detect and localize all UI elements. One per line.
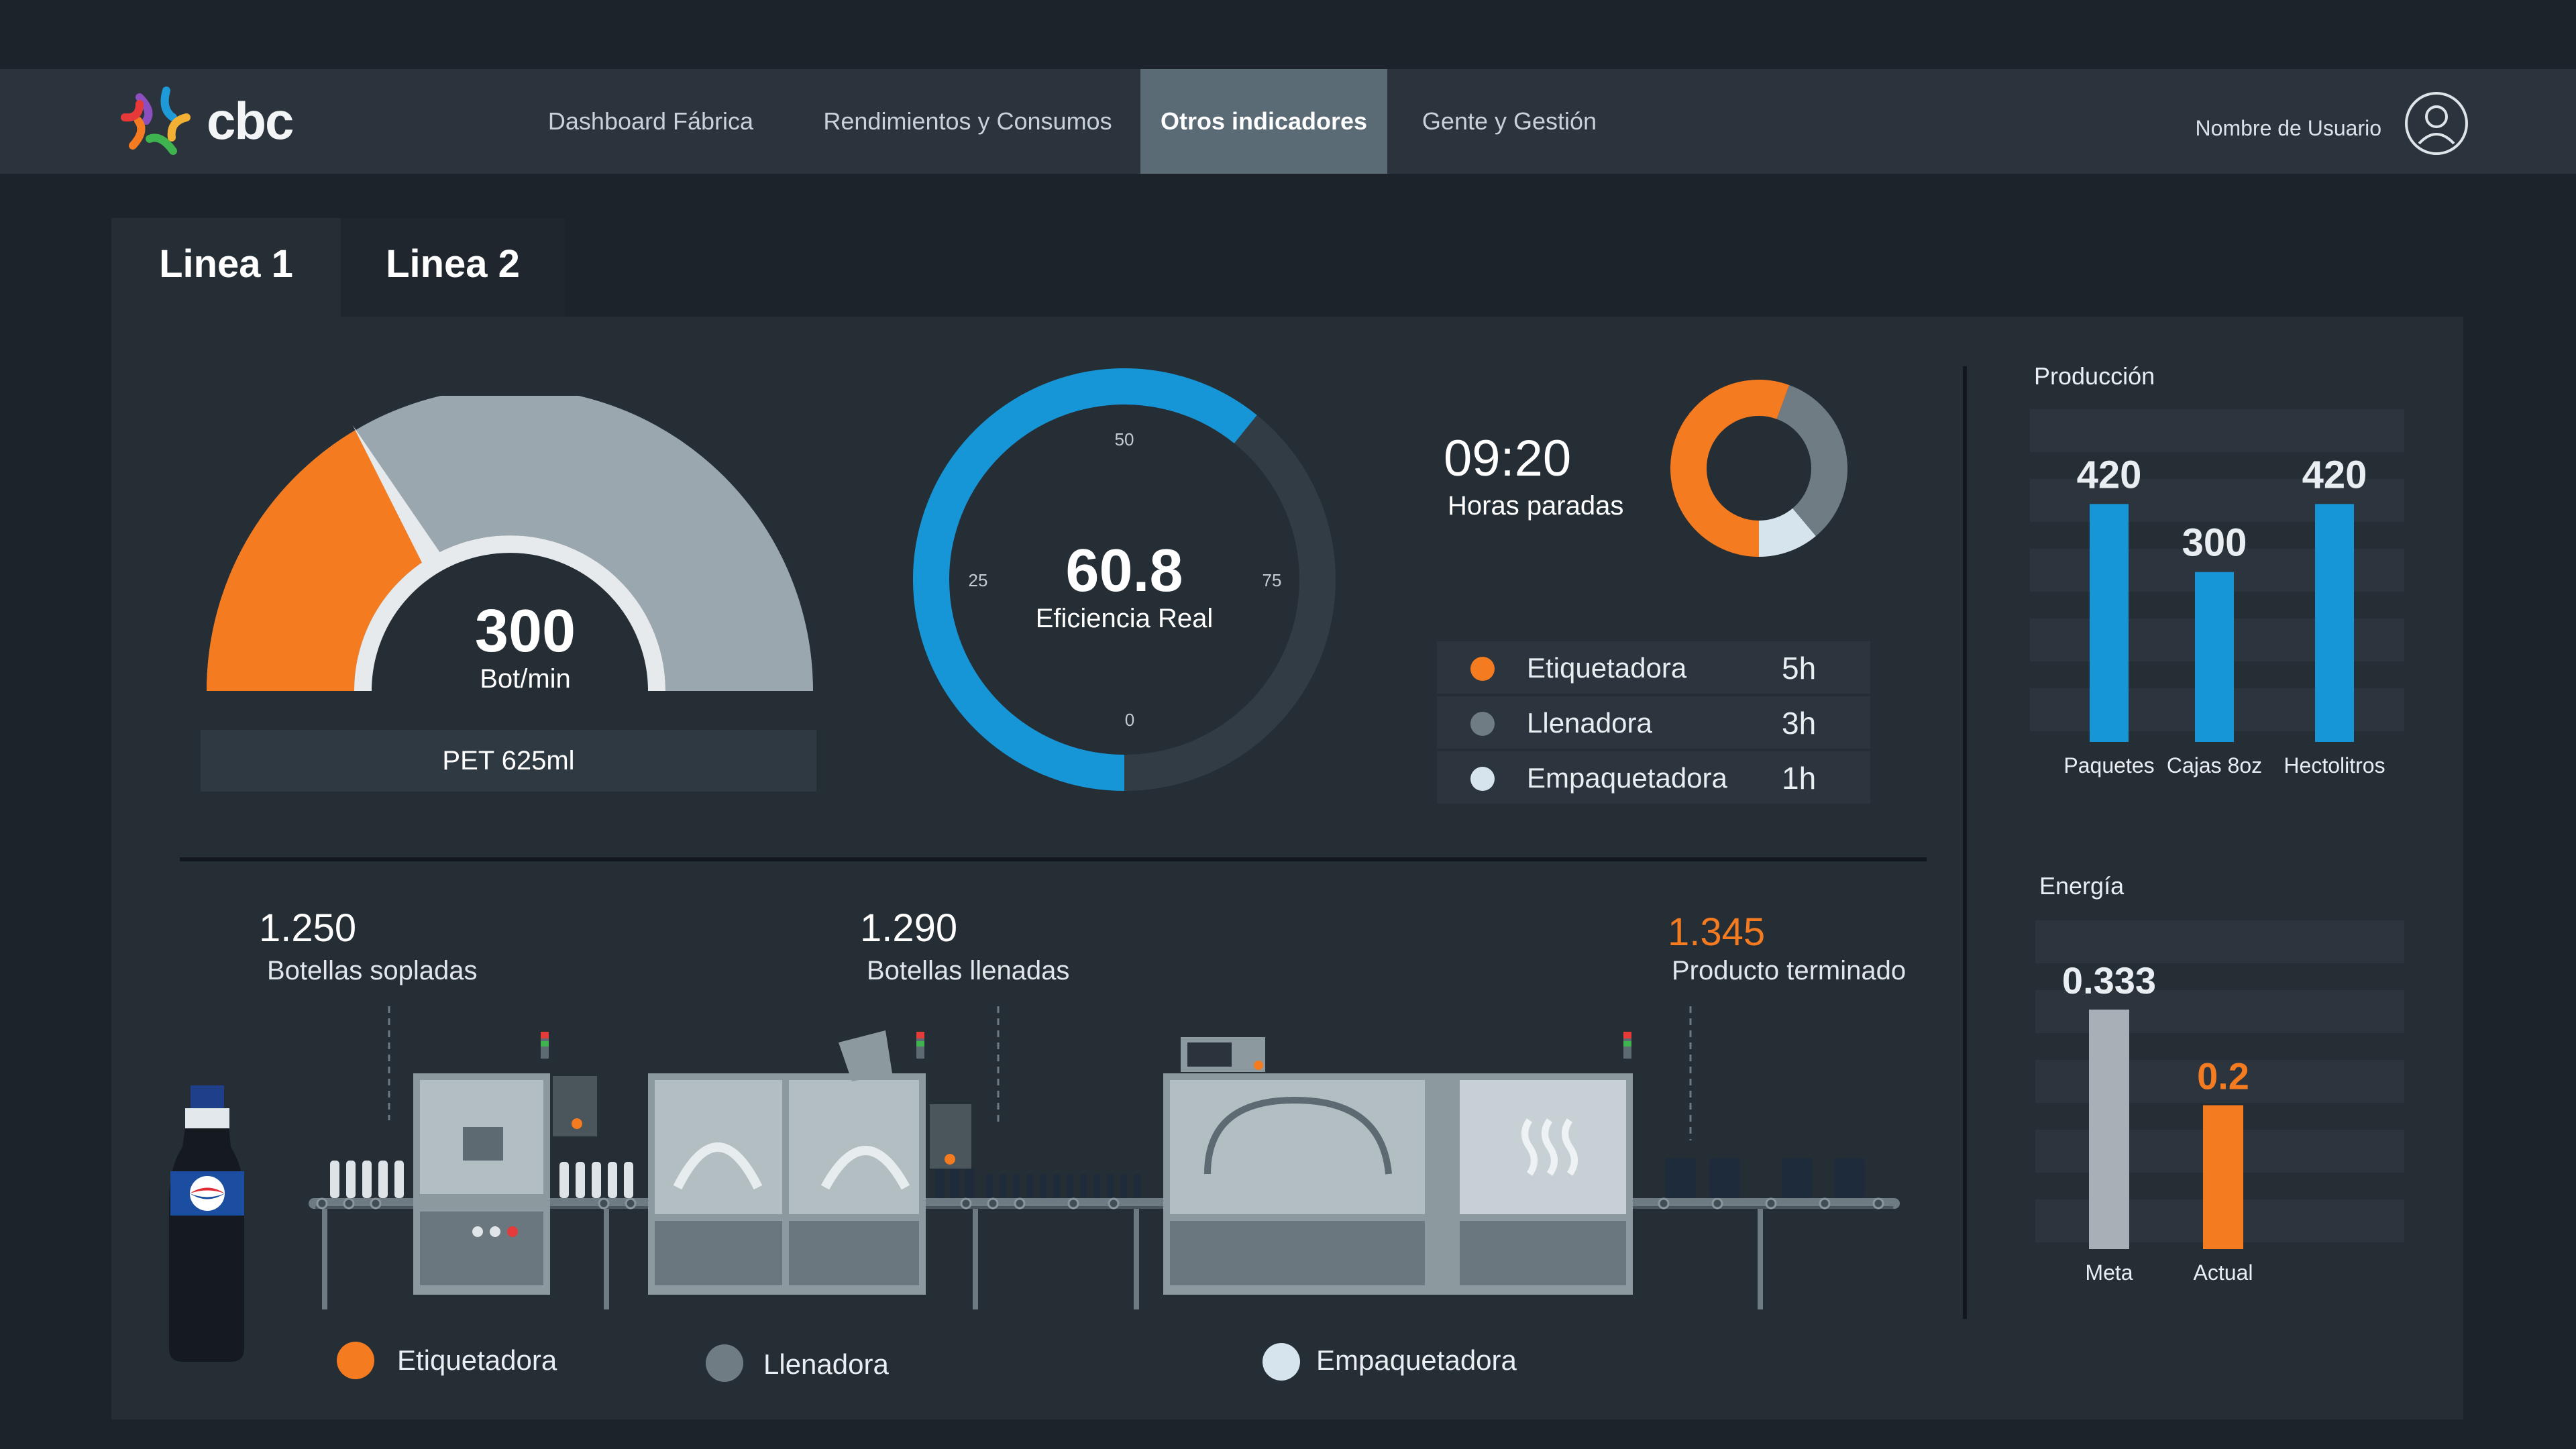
bar-value-label: 300: [2182, 521, 2247, 565]
tab-linea-1[interactable]: Linea 1: [111, 218, 341, 317]
stop-legend-name: Empaquetadora: [1527, 762, 1727, 794]
nav-gente-gestion[interactable]: Gente y Gestión: [1409, 69, 1610, 174]
stop-legend-row: Empaquetadora 1h: [1437, 751, 1870, 804]
efficiency-tick-0: 0: [1124, 710, 1135, 730]
cbc-logo[interactable]: cbc: [119, 84, 307, 159]
side-divider: [1963, 366, 1967, 1319]
chart-band: [2030, 409, 2404, 452]
speed-value: 300: [474, 598, 576, 665]
bar-hectolitros: [2315, 504, 2354, 742]
flow-label-sopladas: Botellas sopladas: [267, 956, 478, 985]
bar-category-label: Hectolitros: [2284, 753, 2385, 777]
stop-legend-row: Llenadora 3h: [1437, 696, 1870, 749]
nav-dashboard-fabrica[interactable]: Dashboard Fábrica: [537, 69, 765, 174]
bar-value-label: 0.2: [2197, 1055, 2249, 1097]
nav-rendimientos-consumos[interactable]: Rendimientos y Consumos: [805, 69, 1130, 174]
production-title: Producción: [2034, 362, 2155, 390]
cbc-logo-icon: [121, 87, 191, 155]
stop-hours-value: 09:20: [1444, 430, 1572, 487]
empaquetadora-dot-icon: [1263, 1343, 1300, 1381]
bar-paquetes: [2090, 504, 2129, 742]
etiquetadora-dot-icon: [1470, 657, 1495, 681]
bottom-legend-empaquetadora: Empaquetadora: [1316, 1344, 1517, 1376]
tab-linea-2[interactable]: Linea 2: [341, 218, 565, 317]
bar-actual: [2203, 1105, 2243, 1249]
bar-value-label: 420: [2302, 453, 2367, 496]
bottom-legend-etiquetadora: Etiquetadora: [397, 1344, 557, 1376]
bar-meta: [2089, 1009, 2129, 1249]
stop-hours-label: Horas paradas: [1448, 491, 1624, 521]
flow-value-llenadas: 1.290: [860, 906, 958, 950]
bottom-legend-llenadora: Llenadora: [763, 1348, 889, 1380]
user-avatar-icon[interactable]: [2404, 91, 2469, 156]
bar-value-label: 420: [2077, 453, 2142, 496]
top-nav-bar: cbc Dashboard Fábrica Rendimientos y Con…: [0, 69, 2576, 174]
logo-text: cbc: [207, 91, 294, 150]
efficiency-value: 60.8: [1065, 537, 1183, 604]
donut-segment-empaquetadora: [1758, 508, 1816, 557]
efficiency-label: Eficiencia Real: [1035, 604, 1214, 633]
flow-value-terminado: 1.345: [1668, 910, 1766, 954]
production-bar-chart: 420 Paquetes 300 Cajas 8oz 420 Hectolitros: [2030, 409, 2404, 777]
stop-legend-row: Etiquetadora 5h: [1437, 641, 1870, 694]
stop-hours-donut: [1670, 380, 1847, 557]
stop-legend-value: 5h: [1782, 651, 1817, 686]
energy-bar-chart: 0.333 Meta 0.2 Actual: [2035, 920, 2404, 1285]
etiquetadora-dot-icon: [337, 1342, 374, 1379]
energy-title: Energía: [2039, 872, 2125, 900]
bar-value-label: 0.333: [2062, 959, 2156, 1002]
bar-category-label: Actual: [2194, 1260, 2253, 1285]
bar-category-label: Cajas 8oz: [2167, 753, 2262, 777]
efficiency-tick-50: 50: [1114, 429, 1134, 449]
flow-label-llenadas: Botellas llenadas: [867, 956, 1070, 985]
stop-legend-name: Llenadora: [1527, 707, 1652, 739]
donut-segment-llenadora: [1776, 384, 1847, 537]
empaquetadora-dot-icon: [1470, 767, 1495, 791]
speed-unit: Bot/min: [480, 664, 571, 694]
blower-machine: [413, 1032, 597, 1295]
stop-legend-name: Etiquetadora: [1527, 652, 1687, 684]
nav-otros-indicadores[interactable]: Otros indicadores: [1140, 69, 1387, 174]
product-label: PET 625ml: [201, 730, 816, 792]
flow-label-terminado: Producto terminado: [1672, 956, 1907, 985]
stop-legend-value: 1h: [1782, 761, 1817, 796]
bar-cajas-8oz: [2195, 572, 2234, 742]
section-divider: [180, 857, 1927, 861]
pepsi-bottle-icon: [169, 1085, 244, 1362]
llenadora-dot-icon: [1470, 712, 1495, 736]
llenadora-dot-icon: [706, 1344, 743, 1382]
user-name[interactable]: Nombre de Usuario: [2196, 69, 2381, 174]
filler-machine: [648, 1030, 971, 1295]
production-line-illustration: [169, 1006, 1900, 1362]
bar-category-label: Paquetes: [2063, 753, 2154, 777]
bar-category-label: Meta: [2085, 1260, 2133, 1285]
chart-band: [2035, 920, 2404, 963]
labeler-packer-machine: [1163, 1032, 1633, 1295]
flow-value-sopladas: 1.250: [259, 906, 357, 950]
stop-legend-value: 3h: [1782, 706, 1817, 741]
donut-segment-etiquetadora: [1670, 380, 1790, 557]
